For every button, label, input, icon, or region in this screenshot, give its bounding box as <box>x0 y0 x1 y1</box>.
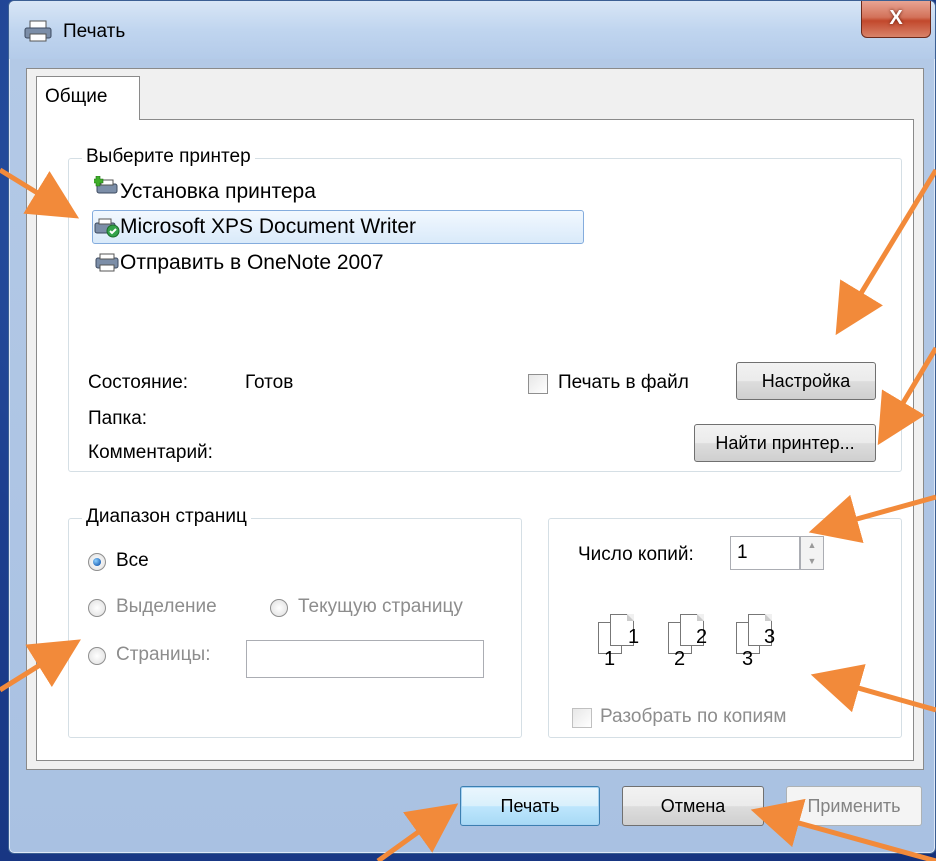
radio-current-page[interactable] <box>270 599 288 617</box>
collate-checkbox[interactable] <box>572 708 592 728</box>
printer-group-label: Выберите принтер <box>82 146 255 168</box>
folder-label: Папка: <box>88 408 148 429</box>
tab-general[interactable]: Общие <box>36 76 140 120</box>
radio-selection-label: Выделение <box>116 596 217 617</box>
radio-all-label: Все <box>116 550 149 571</box>
apply-button[interactable]: Применить <box>786 786 922 826</box>
settings-button[interactable]: Настройка <box>736 362 876 400</box>
print-to-file-label: Печать в файл <box>558 372 689 393</box>
close-button[interactable]: X <box>861 1 931 38</box>
collate-page-number: 2 <box>696 626 708 648</box>
copies-label: Число копий: <box>578 544 694 565</box>
printer-icon <box>24 20 52 42</box>
printer-item-xps[interactable]: Microsoft XPS Document Writer <box>120 215 416 239</box>
radio-pages[interactable] <box>88 647 106 665</box>
collate-page-number: 3 <box>742 648 754 670</box>
title-bar: Печать X <box>9 1 935 59</box>
add-printer-icon <box>94 176 118 194</box>
print-button[interactable]: Печать <box>460 786 600 826</box>
default-printer-icon <box>94 218 120 238</box>
collate-page-number: 3 <box>764 626 776 648</box>
status-label: Состояние: <box>88 372 189 393</box>
radio-selection[interactable] <box>88 599 106 617</box>
radio-pages-label: Страницы: <box>116 644 211 665</box>
copies-spinner[interactable]: ▲ ▼ <box>800 536 824 570</box>
cancel-button[interactable]: Отмена <box>622 786 764 826</box>
find-printer-button[interactable]: Найти принтер... <box>694 424 876 462</box>
radio-all[interactable] <box>88 553 106 571</box>
copies-input[interactable]: 1 <box>730 536 800 570</box>
print-to-file-checkbox[interactable] <box>528 374 548 394</box>
spin-up-icon[interactable]: ▲ <box>801 537 823 553</box>
radio-current-page-label: Текущую страницу <box>298 596 463 617</box>
collate-page-number: 2 <box>674 648 686 670</box>
printer-item-install[interactable]: Установка принтера <box>120 180 316 204</box>
window-title: Печать <box>63 21 126 42</box>
collate-page-number: 1 <box>604 648 616 670</box>
status-value: Готов <box>245 372 294 393</box>
printer-icon <box>95 253 119 272</box>
pages-input[interactable] <box>246 640 484 678</box>
collate-label: Разобрать по копиям <box>600 706 787 727</box>
spin-down-icon[interactable]: ▼ <box>801 553 823 569</box>
comment-label: Комментарий: <box>88 442 213 463</box>
printer-item-onenote[interactable]: Отправить в OneNote 2007 <box>120 251 384 275</box>
collate-page-number: 1 <box>628 626 640 648</box>
page-range-label: Диапазон страниц <box>82 506 251 528</box>
